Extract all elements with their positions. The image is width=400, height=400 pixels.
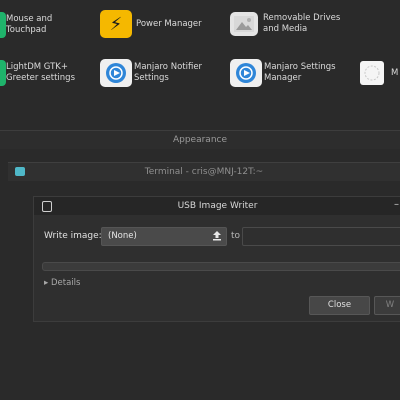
manjaro-notifier-icon [100, 59, 132, 87]
settings-item-lightdm[interactable]: LightDM GTK+ Greeter settings [0, 60, 75, 86]
manjaro-settings-icon [230, 59, 262, 87]
settings-item-label: Settings [134, 73, 169, 83]
settings-item-label: Removable Drives [263, 13, 341, 23]
details-expander[interactable]: ▸ Details [44, 278, 80, 288]
write-image-label: Write image: [44, 231, 102, 241]
usb-writer-titlebar[interactable]: USB Image Writer – [34, 197, 400, 215]
power-icon: ⚡ [100, 10, 132, 38]
settings-item-label: and Media [263, 24, 308, 34]
image-file-value: (None) [108, 231, 137, 241]
drive-icon [230, 12, 258, 36]
settings-item-m[interactable]: M [360, 61, 398, 85]
terminal-window-titlebar[interactable]: Terminal - cris@MNJ-12T:~ [8, 162, 400, 181]
settings-item-label: Mouse and [6, 14, 53, 24]
settings-item-label: Manager [264, 73, 302, 83]
appearance-section-header: Appearance [0, 130, 400, 149]
chevron-right-icon: ▸ [44, 278, 51, 288]
window-title: USB Image Writer [177, 201, 258, 211]
image-file-chooser[interactable]: (None) [101, 227, 227, 246]
close-button[interactable]: Close [309, 296, 370, 315]
settings-item-label: LightDM GTK+ [6, 62, 68, 72]
details-label: Details [50, 278, 81, 288]
section-title: Appearance [172, 135, 228, 145]
write-button[interactable]: W [374, 296, 400, 315]
settings-item-label: Manjaro Settings [264, 62, 336, 72]
settings-item-manjaro-notifier[interactable]: Manjaro Notifier Settings [100, 59, 202, 87]
terminal-title: Terminal - cris@MNJ-12T:~ [144, 167, 264, 177]
minimize-icon[interactable]: – [394, 199, 399, 210]
to-label: to [231, 231, 241, 241]
settings-item-label: Manjaro Notifier [134, 62, 203, 72]
settings-item-removable-drives[interactable]: Removable Drives and Media [230, 12, 340, 36]
mouse-settings-icon [360, 61, 384, 85]
write-progress-bar [42, 262, 400, 271]
settings-item-label: Greeter settings [6, 73, 76, 83]
usb-image-writer-window: USB Image Writer – Write image: (None) t… [33, 196, 400, 322]
upload-icon [212, 231, 222, 241]
settings-item-label: M [391, 67, 399, 78]
target-device-select[interactable] [242, 227, 400, 246]
settings-item-mouse-touchpad[interactable]: Mouse and Touchpad [0, 12, 52, 38]
settings-item-manjaro-settings[interactable]: Manjaro Settings Manager [230, 59, 336, 87]
settings-item-label: Power Manager [136, 18, 202, 29]
settings-item-label: Touchpad [6, 25, 47, 35]
settings-item-power-manager[interactable]: ⚡ Power Manager [100, 10, 202, 38]
